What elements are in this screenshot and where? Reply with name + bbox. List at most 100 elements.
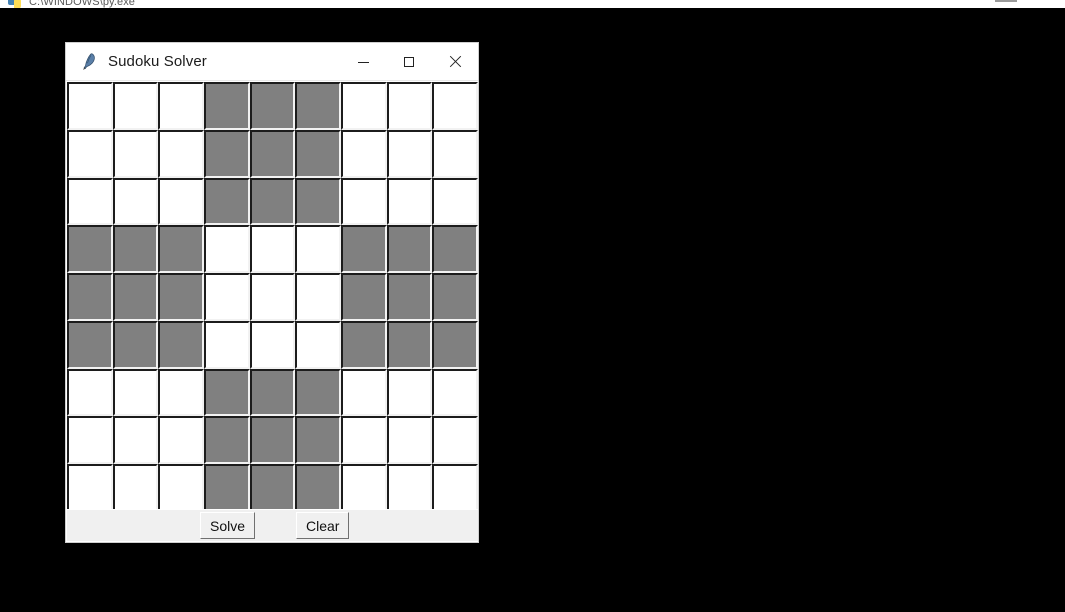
sudoku-cell-r3-c2[interactable]: [158, 225, 204, 274]
sudoku-cell-r7-c2[interactable]: [158, 416, 204, 465]
sudoku-cell-r5-c1[interactable]: [112, 320, 159, 369]
sudoku-cell-r6-c6[interactable]: [341, 368, 387, 417]
sudoku-cell-r3-c1[interactable]: [112, 225, 159, 274]
sudoku-cell-r6-c8[interactable]: [432, 368, 478, 417]
sudoku-cell-r6-c1[interactable]: [112, 368, 159, 417]
sudoku-grid: [67, 82, 478, 512]
minimize-button[interactable]: [340, 43, 386, 81]
sudoku-cell-r1-c8[interactable]: [432, 129, 478, 178]
sudoku-cell-r2-c8[interactable]: [432, 177, 478, 226]
sudoku-cell-r5-c4[interactable]: [249, 320, 296, 369]
control-panel: Solve Clear: [67, 509, 478, 541]
sudoku-cell-r7-c7[interactable]: [386, 416, 433, 465]
sudoku-cell-r1-c4[interactable]: [249, 129, 296, 178]
sudoku-cell-r1-c6[interactable]: [341, 129, 387, 178]
sudoku-cell-r8-c1[interactable]: [112, 464, 159, 512]
sudoku-cell-r2-c1[interactable]: [112, 177, 159, 226]
minimize-icon: [357, 61, 369, 63]
sudoku-cell-r5-c0[interactable]: [67, 320, 113, 369]
sudoku-cell-r5-c7[interactable]: [386, 320, 433, 369]
close-icon: [449, 56, 461, 68]
sudoku-cell-r3-c3[interactable]: [204, 225, 250, 274]
sudoku-cell-r3-c5[interactable]: [295, 225, 341, 274]
sudoku-cell-r5-c3[interactable]: [204, 320, 250, 369]
background-window-title: C:\WINDOWS\py.exe: [29, 0, 136, 8]
sudoku-cell-r4-c5[interactable]: [295, 273, 341, 321]
sudoku-cell-r4-c7[interactable]: [386, 273, 433, 321]
sudoku-cell-r3-c6[interactable]: [341, 225, 387, 274]
sudoku-cell-r6-c3[interactable]: [204, 368, 250, 417]
sudoku-cell-r7-c1[interactable]: [112, 416, 159, 465]
solve-button[interactable]: Solve: [200, 512, 256, 539]
window-title: Sudoku Solver: [108, 53, 207, 70]
sudoku-cell-r3-c7[interactable]: [386, 225, 433, 274]
sudoku-cell-r0-c1[interactable]: [112, 82, 159, 130]
sudoku-cell-r7-c8[interactable]: [432, 416, 478, 465]
sudoku-cell-r0-c4[interactable]: [249, 82, 296, 130]
clear-button[interactable]: Clear: [296, 512, 350, 539]
sudoku-cell-r6-c4[interactable]: [249, 368, 296, 417]
sudoku-cell-r0-c8[interactable]: [432, 82, 478, 130]
sudoku-cell-r7-c5[interactable]: [295, 416, 341, 465]
sudoku-cell-r1-c3[interactable]: [204, 129, 250, 178]
sudoku-cell-r0-c2[interactable]: [158, 82, 204, 130]
sudoku-cell-r3-c0[interactable]: [67, 225, 113, 274]
sudoku-cell-r3-c4[interactable]: [249, 225, 296, 274]
sudoku-cell-r0-c6[interactable]: [341, 82, 387, 130]
sudoku-cell-r5-c5[interactable]: [295, 320, 341, 369]
sudoku-cell-r2-c4[interactable]: [249, 177, 296, 226]
sudoku-cell-r8-c8[interactable]: [432, 464, 478, 512]
tkinter-feather-icon: [78, 52, 98, 72]
sudoku-cell-r4-c3[interactable]: [204, 273, 250, 321]
sudoku-cell-r6-c5[interactable]: [295, 368, 341, 417]
sudoku-cell-r0-c3[interactable]: [204, 82, 250, 130]
sudoku-cell-r4-c4[interactable]: [249, 273, 296, 321]
sudoku-solver-window: Sudoku Solver Solve Clear: [65, 42, 479, 543]
sudoku-cell-r8-c3[interactable]: [204, 464, 250, 512]
sudoku-cell-r1-c2[interactable]: [158, 129, 204, 178]
background-window-titlebar: C:\WINDOWS\py.exe: [0, 0, 1065, 8]
sudoku-cell-r8-c4[interactable]: [249, 464, 296, 512]
sudoku-cell-r6-c7[interactable]: [386, 368, 433, 417]
sudoku-cell-r2-c5[interactable]: [295, 177, 341, 226]
window-titlebar[interactable]: Sudoku Solver: [66, 43, 478, 81]
sudoku-cell-r7-c6[interactable]: [341, 416, 387, 465]
sudoku-cell-r2-c2[interactable]: [158, 177, 204, 226]
maximize-button[interactable]: [386, 43, 432, 81]
sudoku-cell-r7-c4[interactable]: [249, 416, 296, 465]
sudoku-cell-r0-c5[interactable]: [295, 82, 341, 130]
sudoku-cell-r7-c0[interactable]: [67, 416, 113, 465]
sudoku-cell-r2-c3[interactable]: [204, 177, 250, 226]
sudoku-cell-r4-c6[interactable]: [341, 273, 387, 321]
sudoku-cell-r5-c6[interactable]: [341, 320, 387, 369]
sudoku-cell-r8-c5[interactable]: [295, 464, 341, 512]
sudoku-cell-r7-c3[interactable]: [204, 416, 250, 465]
sudoku-cell-r8-c2[interactable]: [158, 464, 204, 512]
maximize-icon: [404, 57, 414, 67]
sudoku-cell-r2-c6[interactable]: [341, 177, 387, 226]
python-icon: [8, 0, 22, 8]
sudoku-cell-r8-c7[interactable]: [386, 464, 433, 512]
close-button[interactable]: [432, 43, 478, 81]
sudoku-cell-r6-c2[interactable]: [158, 368, 204, 417]
sudoku-cell-r1-c7[interactable]: [386, 129, 433, 178]
sudoku-cell-r2-c7[interactable]: [386, 177, 433, 226]
background-window-minimize-button[interactable]: [995, 0, 1017, 2]
sudoku-cell-r1-c5[interactable]: [295, 129, 341, 178]
sudoku-cell-r8-c6[interactable]: [341, 464, 387, 512]
sudoku-cell-r1-c1[interactable]: [112, 129, 159, 178]
sudoku-cell-r0-c0[interactable]: [67, 82, 113, 130]
sudoku-cell-r2-c0[interactable]: [67, 177, 113, 226]
sudoku-cell-r5-c8[interactable]: [432, 320, 478, 369]
sudoku-cell-r6-c0[interactable]: [67, 368, 113, 417]
sudoku-cell-r4-c0[interactable]: [67, 273, 113, 321]
sudoku-cell-r4-c2[interactable]: [158, 273, 204, 321]
background-console-window[interactable]: C:\WINDOWS\py.exe: [0, 0, 1065, 8]
sudoku-cell-r4-c8[interactable]: [432, 273, 478, 321]
sudoku-cell-r4-c1[interactable]: [112, 273, 159, 321]
sudoku-cell-r0-c7[interactable]: [386, 82, 433, 130]
sudoku-cell-r1-c0[interactable]: [67, 129, 113, 178]
sudoku-cell-r5-c2[interactable]: [158, 320, 204, 369]
sudoku-cell-r8-c0[interactable]: [67, 464, 113, 512]
sudoku-cell-r3-c8[interactable]: [432, 225, 478, 274]
